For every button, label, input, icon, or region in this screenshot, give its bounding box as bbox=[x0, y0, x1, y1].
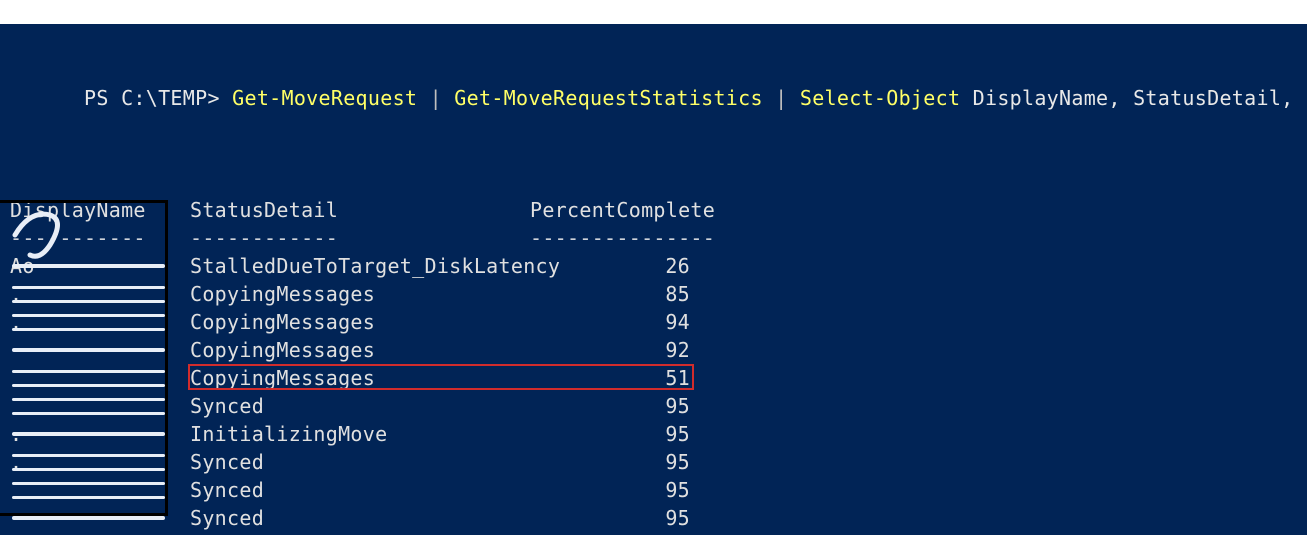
cell-percentcomplete: 85 bbox=[530, 280, 696, 308]
cell-percentcomplete: 95 bbox=[530, 420, 696, 448]
redaction-scribble bbox=[10, 504, 175, 532]
blank-line bbox=[10, 140, 1297, 168]
cell-percentcomplete: 95 bbox=[530, 392, 696, 420]
redaction-scribble bbox=[10, 364, 175, 392]
table-row: Synced95 bbox=[10, 392, 1297, 420]
col-header-displayname: DisplayName bbox=[10, 196, 190, 224]
table-row: CopyingMessages51 bbox=[10, 364, 1297, 392]
pipe-2: | bbox=[763, 86, 800, 110]
cell-statusdetail: CopyingMessages bbox=[190, 308, 530, 336]
table-header: DisplayName StatusDetail PercentComplete bbox=[10, 196, 1297, 224]
cmdlet-select-object: Select-Object bbox=[800, 86, 960, 110]
cell-displayname: . bbox=[10, 448, 190, 476]
cell-percentcomplete: 51 bbox=[530, 364, 696, 392]
window-top-edge bbox=[0, 0, 1307, 24]
cell-statusdetail: CopyingMessages bbox=[190, 280, 530, 308]
underline-pct: --------------- bbox=[530, 224, 696, 252]
cell-percentcomplete: 95 bbox=[530, 476, 696, 504]
cell-percentcomplete: 95 bbox=[530, 504, 696, 532]
table-row: .CopyingMessages85 bbox=[10, 280, 1297, 308]
cell-statusdetail: Synced bbox=[190, 504, 530, 532]
cell-statusdetail: CopyingMessages bbox=[190, 336, 530, 364]
table-row: AoStalledDueToTarget_DiskLatency26 bbox=[10, 252, 1297, 280]
table-body: AoStalledDueToTarget_DiskLatency26 .Copy… bbox=[10, 252, 1297, 532]
col-header-percentcomplete: PercentComplete bbox=[530, 196, 690, 224]
blank-line bbox=[10, 168, 1297, 196]
cell-statusdetail: StalledDueToTarget_DiskLatency bbox=[190, 252, 530, 280]
cell-statusdetail: Synced bbox=[190, 392, 530, 420]
cell-displayname: . bbox=[10, 420, 190, 448]
cell-percentcomplete: 94 bbox=[530, 308, 696, 336]
command-line: PS C:\TEMP> Get-MoveRequest | Get-MoveRe… bbox=[10, 56, 1297, 140]
cell-percentcomplete: 26 bbox=[530, 252, 696, 280]
table-row: CopyingMessages92 bbox=[10, 336, 1297, 364]
col-header-statusdetail: StatusDetail bbox=[190, 196, 530, 224]
cmdlet-get-moverequest: Get-MoveRequest bbox=[232, 86, 417, 110]
table-underline: ----------- ------------ --------------- bbox=[10, 224, 1297, 252]
redaction-scribble bbox=[10, 336, 175, 364]
table-row: .InitializingMove95 bbox=[10, 420, 1297, 448]
cell-percentcomplete: 92 bbox=[530, 336, 696, 364]
table-row: Synced95 bbox=[10, 504, 1297, 532]
underline-name: ----------- bbox=[10, 224, 190, 252]
cell-displayname: . bbox=[10, 280, 190, 308]
table-row: .CopyingMessages94 bbox=[10, 308, 1297, 336]
table-row: .Synced95 bbox=[10, 448, 1297, 476]
underline-status: ------------ bbox=[190, 224, 530, 252]
cell-statusdetail: Synced bbox=[190, 448, 530, 476]
cell-statusdetail: InitializingMove bbox=[190, 420, 530, 448]
cell-displayname: . bbox=[10, 308, 190, 336]
table-row: Synced95 bbox=[10, 476, 1297, 504]
cell-displayname: Ao bbox=[10, 252, 190, 280]
terminal-content: PS C:\TEMP> Get-MoveRequest | Get-MoveRe… bbox=[10, 8, 1297, 532]
cell-statusdetail: Synced bbox=[190, 476, 530, 504]
redaction-scribble bbox=[10, 476, 175, 504]
pipe-1: | bbox=[417, 86, 454, 110]
cmdlet-get-moverequeststatistics: Get-MoveRequestStatistics bbox=[454, 86, 763, 110]
powershell-terminal[interactable]: PS C:\TEMP> Get-MoveRequest | Get-MoveRe… bbox=[0, 0, 1307, 535]
ps-prompt: PS C:\TEMP> bbox=[84, 86, 232, 110]
cell-statusdetail: CopyingMessages bbox=[190, 364, 530, 392]
cell-percentcomplete: 95 bbox=[530, 448, 696, 476]
select-params: DisplayName, StatusDetail, PercentComple… bbox=[960, 86, 1307, 110]
redaction-scribble bbox=[10, 392, 175, 420]
